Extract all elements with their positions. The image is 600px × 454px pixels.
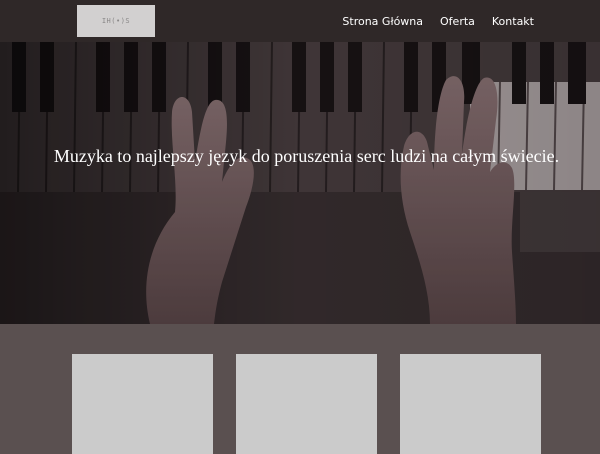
card-placeholder-3[interactable] — [400, 354, 541, 454]
logo-text: IH(•)S — [101, 17, 131, 25]
offer-cards — [0, 324, 600, 454]
hero-banner: Muzyka to najlepszy język do poruszenia … — [0, 42, 600, 324]
piano-hands-image — [0, 42, 600, 324]
navbar: IH(•)S Strona Główna Oferta Kontakt — [0, 0, 600, 42]
card-placeholder-2[interactable] — [236, 354, 377, 454]
nav-link-contact[interactable]: Kontakt — [492, 15, 534, 28]
hero-tagline: Muzyka to najlepszy język do poruszenia … — [53, 146, 560, 166]
card-placeholder-1[interactable] — [72, 354, 213, 454]
nav-link-offer[interactable]: Oferta — [440, 15, 475, 28]
nav-link-home[interactable]: Strona Główna — [342, 15, 423, 28]
main-nav: Strona Główna Oferta Kontakt — [342, 0, 534, 42]
site-logo[interactable]: IH(•)S — [77, 5, 155, 37]
